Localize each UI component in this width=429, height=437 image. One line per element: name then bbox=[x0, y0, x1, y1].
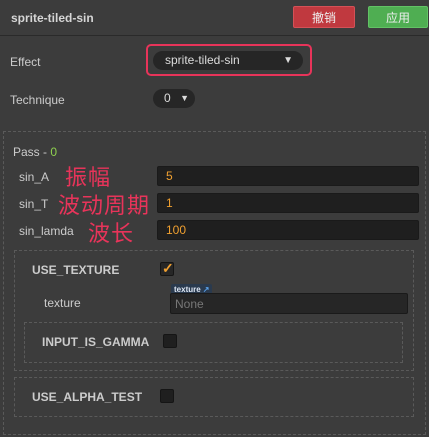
sin-lamda-input[interactable]: 100 bbox=[157, 220, 419, 240]
revert-button[interactable]: 撤销 bbox=[293, 6, 355, 28]
apply-button[interactable]: 应用 bbox=[368, 6, 428, 28]
material-title: sprite-tiled-sin bbox=[11, 11, 94, 25]
input-is-gamma-label: INPUT_IS_GAMMA bbox=[42, 335, 150, 349]
chevron-down-icon: ▼ bbox=[180, 93, 189, 103]
effect-select-value: sprite-tiled-sin bbox=[165, 53, 240, 67]
checkmark-icon: ✓ bbox=[162, 260, 174, 276]
technique-select[interactable]: 0 ▼ bbox=[153, 89, 195, 108]
texture-label: texture bbox=[44, 296, 81, 310]
input-is-gamma-checkbox[interactable] bbox=[163, 334, 177, 348]
use-texture-label: USE_TEXTURE bbox=[32, 263, 120, 277]
use-alpha-test-checkbox[interactable] bbox=[160, 389, 174, 403]
pass-label: Pass - 0 bbox=[13, 145, 57, 159]
effect-select[interactable]: sprite-tiled-sin ▼ bbox=[153, 51, 303, 70]
sin-t-input[interactable]: 1 bbox=[157, 193, 419, 213]
inspector-header: sprite-tiled-sin 撤销 应用 bbox=[0, 0, 429, 36]
prop-label-sin-t: sin_T bbox=[19, 197, 49, 211]
chevron-down-icon: ▼ bbox=[283, 55, 293, 66]
technique-label: Technique bbox=[10, 93, 65, 107]
sin-a-input[interactable]: 5 bbox=[157, 166, 419, 186]
pass-index: 0 bbox=[50, 145, 58, 159]
effect-label: Effect bbox=[10, 55, 41, 69]
annotation-sin-lamda: 波长 bbox=[88, 222, 135, 247]
use-alpha-test-label: USE_ALPHA_TEST bbox=[32, 390, 143, 404]
pass-label-text: Pass - bbox=[13, 145, 51, 159]
technique-select-value: 0 bbox=[164, 91, 171, 105]
prop-label-sin-lamda: sin_lamda bbox=[19, 224, 74, 238]
prop-label-sin-a: sin_A bbox=[19, 170, 50, 184]
texture-asset-field[interactable]: None bbox=[170, 293, 408, 314]
use-texture-checkbox[interactable]: ✓ bbox=[160, 260, 174, 276]
